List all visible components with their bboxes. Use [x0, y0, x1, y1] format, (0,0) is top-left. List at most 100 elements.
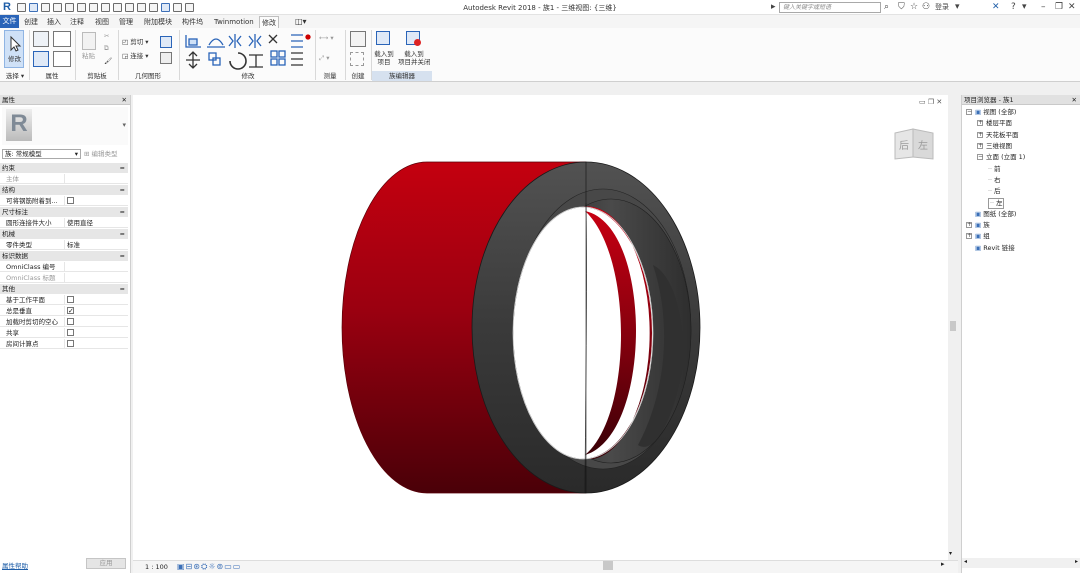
collapse-node-icon[interactable]: − — [966, 109, 972, 115]
property-value[interactable] — [64, 317, 128, 327]
minimize-icon[interactable]: – — [1041, 2, 1046, 13]
tab-file[interactable]: 文件 — [0, 15, 19, 28]
property-value[interactable]: ✓ — [64, 306, 128, 316]
load-into-project-button[interactable]: 载入到 项目 — [373, 50, 395, 66]
property-checkbox[interactable] — [67, 329, 74, 336]
browser-node[interactable]: ▣ 图纸 (全部) — [975, 210, 1016, 219]
property-checkbox[interactable] — [67, 197, 74, 204]
property-value[interactable] — [64, 262, 128, 272]
close-icon[interactable]: ✕ — [1068, 2, 1076, 13]
collapse-icon[interactable]: ≈ — [120, 251, 125, 261]
scroll-right-icon[interactable]: ▸ — [941, 560, 945, 568]
property-value[interactable] — [64, 273, 128, 283]
load-and-close-icon[interactable] — [406, 31, 421, 46]
browser-node[interactable]: ┈ 左 — [988, 198, 1005, 210]
panel-select-label[interactable]: 选择 ▾ — [2, 71, 28, 81]
subscription-icon[interactable]: ⛉ — [898, 2, 905, 13]
expand-node-icon[interactable]: + — [966, 233, 972, 240]
create-similar-icon[interactable] — [350, 52, 364, 66]
type-properties-icon[interactable] — [53, 51, 71, 67]
search-icon[interactable]: ⌕ — [884, 2, 889, 13]
browser-node[interactable]: ▣ 视图 (全部) — [975, 108, 1016, 117]
search-expand-icon[interactable]: ▸ — [771, 2, 776, 13]
aligned-dimension-icon[interactable]: ⤢ ▾ — [319, 54, 330, 62]
browser-node[interactable]: 楼层平面 — [986, 119, 1012, 128]
browser-node[interactable]: 立面 (立面 1) — [986, 153, 1025, 162]
favorites-icon[interactable]: ☆ — [910, 2, 918, 13]
browser-node[interactable]: ▣ 族 — [975, 221, 990, 230]
property-value[interactable] — [64, 174, 128, 184]
type-preview-dropdown-icon[interactable]: ▾ — [122, 121, 126, 129]
property-group-header[interactable]: 结构 ≈ — [0, 185, 128, 195]
exchange-icon[interactable]: ✕ — [992, 2, 1000, 13]
expand-node-icon[interactable]: + — [977, 120, 983, 127]
tab-component-dock[interactable]: 构件坞 — [180, 16, 205, 28]
view-canvas[interactable]: ▭ ❐ ✕ 后 左 1: 100 ▣⊟⊛⛭☼⊚▭▭ ▾ ▸ — [133, 95, 958, 573]
close-properties-icon[interactable]: ✕ — [122, 95, 127, 105]
expand-node-icon[interactable]: + — [966, 222, 972, 228]
property-group-header[interactable]: 尺寸标注 ≈ — [0, 207, 128, 217]
browser-node[interactable]: ┈ 后 — [988, 187, 1000, 196]
tab-create[interactable]: 创建 — [22, 16, 40, 28]
browser-node[interactable]: ┈ 右 — [988, 176, 1000, 185]
close-browser-icon[interactable]: ✕ — [1072, 95, 1077, 105]
property-checkbox[interactable] — [67, 296, 74, 303]
browser-node[interactable]: ▣ 组 — [975, 232, 990, 241]
property-value[interactable] — [64, 295, 128, 305]
create-group-icon[interactable] — [350, 31, 366, 47]
tab-insert[interactable]: 插入 — [45, 16, 63, 28]
user-icon[interactable]: ⚇ — [922, 2, 930, 13]
property-checkbox[interactable]: ✓ — [67, 307, 74, 315]
model-3d-ring[interactable] — [133, 95, 958, 573]
help-icon[interactable]: ? — [1011, 2, 1016, 13]
load-and-close-button[interactable]: 载入到 项目并关闭 — [398, 50, 431, 66]
copy-clip-icon[interactable]: ⧉ — [104, 44, 109, 52]
search-input[interactable]: 键入关键字或短语 — [779, 2, 881, 13]
match-type-icon[interactable]: 🖌 — [104, 57, 112, 65]
paint-icon[interactable] — [160, 52, 172, 64]
split-face-icon[interactable] — [160, 36, 172, 48]
apply-button[interactable]: 应用 — [86, 558, 126, 569]
help-dropdown-icon[interactable]: ▾ — [1022, 2, 1027, 13]
property-value[interactable] — [64, 339, 128, 349]
load-into-project-icon[interactable] — [376, 31, 390, 45]
restore-icon[interactable]: ❐ — [1055, 2, 1063, 13]
collapse-icon[interactable]: ≈ — [120, 163, 125, 173]
property-value[interactable]: 使用直径 — [64, 218, 128, 228]
login-link[interactable]: 登录 — [935, 2, 949, 13]
property-group-header[interactable]: 约束 ≈ — [0, 163, 128, 173]
collapse-icon[interactable]: ≈ — [120, 284, 125, 294]
modify-button[interactable]: 修改 — [4, 30, 24, 68]
collapse-node-icon[interactable]: − — [977, 154, 983, 161]
cut-geometry-button[interactable]: ◰ 剪切 ▾ — [122, 38, 149, 46]
expand-node-icon[interactable]: + — [977, 142, 983, 149]
browser-node[interactable]: 天花板平面 — [986, 131, 1019, 140]
tab-modify[interactable]: 修改 — [259, 16, 279, 28]
edit-type-button[interactable]: ⊞ 编辑类型 — [84, 149, 118, 159]
property-group-header[interactable]: 标识数据 ≈ — [0, 251, 128, 261]
collapse-icon[interactable]: ≈ — [120, 207, 125, 217]
collapse-icon[interactable]: ≈ — [120, 229, 125, 239]
property-value[interactable] — [64, 328, 128, 338]
horizontal-scrollbar-thumb[interactable] — [603, 561, 613, 570]
browser-node[interactable]: ▣ Revit 链接 — [975, 244, 1015, 253]
property-value[interactable]: 标准 — [64, 240, 128, 250]
measure-dimension-icon[interactable]: ⟷ ▾ — [319, 34, 334, 42]
tab-twinmotion[interactable]: Twinmotion — [212, 16, 256, 28]
modify-tools-icons[interactable] — [183, 31, 313, 71]
property-value[interactable] — [64, 196, 128, 206]
ribbon-toggle-icon[interactable]: ◫▾ — [293, 16, 309, 28]
browser-node[interactable]: 三维视图 — [986, 142, 1012, 151]
browser-node[interactable]: ┈ 前 — [988, 165, 1000, 174]
paste-icon[interactable] — [82, 32, 96, 50]
collapse-icon[interactable]: ≈ — [120, 185, 125, 195]
view-scale[interactable]: 1 : 100 — [145, 563, 168, 571]
family-category-icon[interactable] — [53, 31, 71, 47]
tab-addins[interactable]: 附加模块 — [142, 16, 174, 28]
login-dropdown-icon[interactable]: ▾ — [955, 2, 960, 13]
property-checkbox[interactable] — [67, 340, 74, 347]
properties-icon[interactable] — [33, 51, 49, 67]
browser-scrollbar[interactable]: ◂ ▸ — [962, 558, 1080, 568]
properties-help-link[interactable]: 属性帮助 — [2, 560, 28, 570]
cut-clip-icon[interactable]: ✂ — [104, 32, 109, 40]
